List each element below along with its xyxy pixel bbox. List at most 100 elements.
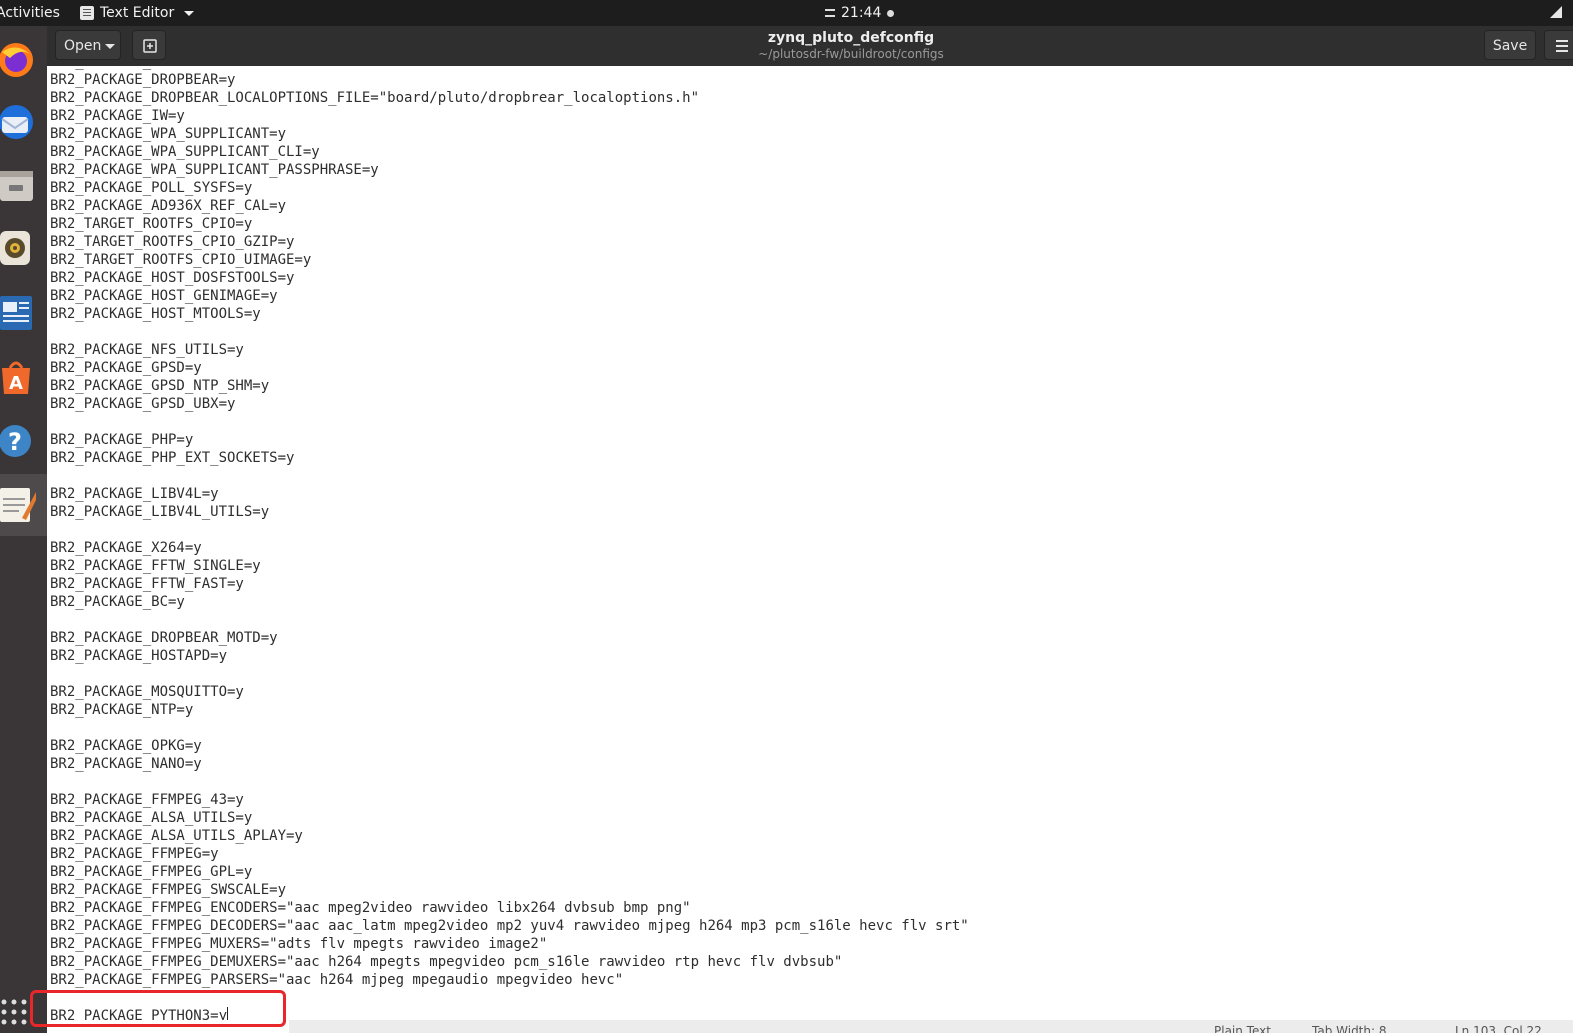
editor-line[interactable]: BR2_PACKAGE_FFMPEG=y	[50, 845, 969, 863]
editor-line-text: BR2_TARGET_ROOTFS_CPIO=y	[50, 216, 253, 232]
dock: A ?	[0, 26, 47, 1033]
editor-line-text: BR2_PACKAGE_PHP=y	[50, 432, 194, 448]
editor-line[interactable]: BR2_PACKAGE_FFMPEG_DECODERS="aac aac_lat…	[50, 917, 969, 935]
editor-line[interactable]: BR2_PACKAGE_DROPBEAR_MOTD=y	[50, 629, 969, 647]
editor-line[interactable]: BR2_PACKAGE_FFMPEG_DEMUXERS="aac h264 mp…	[50, 953, 969, 971]
title-block: zynq_pluto_defconfig ~/plutosdr-fw/build…	[47, 30, 1573, 61]
editor-line-text: BR2_PACKAGE_DROPBEAR=y	[50, 72, 236, 88]
editor-line[interactable]	[50, 467, 969, 485]
editor-line[interactable]	[50, 719, 969, 737]
editor-line-text: BR2_PACKAGE_FFMPEG_SWSCALE=y	[50, 882, 287, 898]
editor-line[interactable]: BR2_PACKAGE_FFTW_SINGLE=y	[50, 557, 969, 575]
app-menu[interactable]: Text Editor	[80, 4, 195, 22]
show-applications-button[interactable]	[0, 988, 47, 1028]
text-cursor	[227, 1007, 229, 1020]
editor-line[interactable]: BR2_PACKAGE_GPSD_NTP_SHM=y	[50, 377, 969, 395]
editor-line-text: BR2_PACKAGE_PHP_EXT_SOCKETS=y	[50, 450, 295, 466]
editor-line[interactable]: BR2_PACKAGE_WPA_SUPPLICANT=y	[50, 125, 969, 143]
text-editor-small-icon	[80, 6, 94, 20]
editor-line[interactable]	[50, 413, 969, 431]
editor-line[interactable]: BR2_PACKAGE_ALSA_UTILS=y	[50, 809, 969, 827]
editor-line-text: BR2_PACKAGE_HOSTAPD=y	[50, 648, 228, 664]
clock-label: 21:44	[841, 5, 882, 21]
thunderbird-icon	[0, 105, 33, 139]
editor-line-text: BR2_PACKAGE_DROPBEAR_LOCALOPTIONS_FILE="…	[50, 90, 700, 106]
editor-line[interactable]: BR2_PACKAGE_DROPBEAR_LOCALOPTIONS_FILE="…	[50, 89, 969, 107]
editor-line[interactable]: BR2_PACKAGE_LIBV4L_UTILS=y	[50, 503, 969, 521]
editor-line[interactable]: BR2_PACKAGE_FFMPEG_PARSERS="aac h264 mjp…	[50, 971, 969, 989]
editor-line[interactable]	[50, 989, 969, 1007]
editor-line[interactable]: BR2_PACKAGE_ALSA_UTILS_APLAY=y	[50, 827, 969, 845]
editor-line[interactable]	[50, 323, 969, 341]
text-editor-area[interactable]: BR2_PACKAGE_... BR2_PACKAGE_DROPBEAR=y BR2…	[47, 66, 1573, 1020]
dock-item-text-editor[interactable]	[0, 474, 47, 536]
top-bar: Activities Text Editor 21:44	[0, 0, 1573, 26]
editor-line[interactable]: BR2_PACKAGE_OPKG=y	[50, 737, 969, 755]
editor-line[interactable]	[50, 521, 969, 539]
editor-line[interactable]: BR2_TARGET_ROOTFS_CPIO_GZIP=y	[50, 233, 969, 251]
editor-line-text: BR2_PACKAGE_FFMPEG_ENCODERS="aac mpeg2vi…	[50, 900, 691, 916]
editor-line[interactable]: BR2_PACKAGE_IW=y	[50, 107, 969, 125]
cursor-position[interactable]: Ln 103, Col 22	[1455, 1024, 1542, 1033]
editor-line[interactable]: BR2_PACKAGE_FFTW_FAST=y	[50, 575, 969, 593]
rhythmbox-icon	[0, 231, 30, 265]
editor-line[interactable]: BR2_PACKAGE_LIBV4L=y	[50, 485, 969, 503]
editor-line[interactable]: BR2_PACKAGE_DROPBEAR=y	[50, 71, 969, 89]
editor-line-text: BR2_PACKAGE_FFMPEG_PARSERS="aac h264 mjp…	[50, 972, 624, 988]
editor-line[interactable]: BR2_PACKAGE_NFS_UTILS=y	[50, 341, 969, 359]
editor-line[interactable]: BR2_PACKAGE_FFMPEG_ENCODERS="aac mpeg2vi…	[50, 899, 969, 917]
dock-item-writer[interactable]	[0, 284, 47, 340]
editor-line[interactable]: BR2_PACKAGE_NTP=y	[50, 701, 969, 719]
editor-line-text: BR2_PACKAGE_FFMPEG=y	[50, 846, 219, 862]
clock[interactable]: 21:44	[825, 4, 895, 22]
editor-line[interactable]: BR2_TARGET_ROOTFS_CPIO_UIMAGE=y	[50, 251, 969, 269]
status-bar: Plain Text Tab Width: 8 Ln 103, Col 22	[289, 1020, 1573, 1033]
editor-line[interactable]: BR2_PACKAGE_FFMPEG_43=y	[50, 791, 969, 809]
editor-line-text: BR2_PACKAGE_GPSD_UBX=y	[50, 396, 236, 412]
editor-line[interactable]: BR2_TARGET_ROOTFS_CPIO=y	[50, 215, 969, 233]
editor-line[interactable]: BR2_PACKAGE_FFMPEG_MUXERS="adts flv mpeg…	[50, 935, 969, 953]
editor-line[interactable]: BR2_PACKAGE_PHP=y	[50, 431, 969, 449]
activities-button[interactable]: Activities	[0, 4, 60, 22]
editor-line[interactable]: BR2_PACKAGE_BC=y	[50, 593, 969, 611]
firefox-icon	[0, 43, 33, 77]
editor-line[interactable]: BR2_PACKAGE_WPA_SUPPLICANT_CLI=y	[50, 143, 969, 161]
dock-item-files[interactable]	[0, 157, 47, 213]
menu-button[interactable]	[1544, 30, 1573, 60]
system-menu-icon[interactable]	[1548, 4, 1564, 25]
tab-width-selector[interactable]: Tab Width: 8	[1312, 1024, 1386, 1033]
editor-line[interactable]: BR2_PACKAGE_HOST_MTOOLS=y	[50, 305, 969, 323]
editor-line[interactable]: BR2_PACKAGE_MOSQUITTO=y	[50, 683, 969, 701]
editor-line[interactable]	[50, 773, 969, 791]
editor-line[interactable]: BR2_PACKAGE_GPSD_UBX=y	[50, 395, 969, 413]
editor-line[interactable]	[50, 611, 969, 629]
editor-line[interactable]: BR2_PACKAGE_POLL_SYSFS=y	[50, 179, 969, 197]
document-title: zynq_pluto_defconfig	[767, 30, 935, 46]
save-button[interactable]: Save	[1484, 30, 1536, 60]
editor-line[interactable]: BR2_PACKAGE_WPA_SUPPLICANT_PASSPHRASE=y	[50, 161, 969, 179]
dock-item-software[interactable]: A	[0, 348, 47, 404]
editor-line[interactable]: BR2_PACKAGE_HOST_DOSFSTOOLS=y	[50, 269, 969, 287]
editor-line-text: BR2_PACKAGE_NTP=y	[50, 702, 194, 718]
editor-line-text: BR2_PACKAGE_AD936X_REF_CAL=y	[50, 198, 287, 214]
editor-line[interactable]: BR2_PACKAGE_PYTHON3=y	[50, 1007, 969, 1020]
editor-line[interactable]: BR2_PACKAGE_NANO=y	[50, 755, 969, 773]
editor-line-text: BR2_PACKAGE_PYTHON3=y	[50, 1008, 228, 1020]
editor-line[interactable]: BR2_PACKAGE_FFMPEG_SWSCALE=y	[50, 881, 969, 899]
editor-line[interactable]: BR2_PACKAGE_FFMPEG_GPL=y	[50, 863, 969, 881]
editor-line[interactable]	[50, 665, 969, 683]
editor-line[interactable]: BR2_PACKAGE_HOST_GENIMAGE=y	[50, 287, 969, 305]
editor-line-text: BR2_PACKAGE_FFTW_FAST=y	[50, 576, 244, 592]
editor-line-text: BR2_PACKAGE_POLL_SYSFS=y	[50, 180, 253, 196]
editor-line[interactable]: BR2_PACKAGE_X264=y	[50, 539, 969, 557]
editor-line-text: BR2_PACKAGE_ALSA_UTILS_APLAY=y	[50, 828, 303, 844]
editor-line[interactable]: BR2_PACKAGE_GPSD=y	[50, 359, 969, 377]
editor-line[interactable]: BR2_PACKAGE_HOSTAPD=y	[50, 647, 969, 665]
dock-item-help[interactable]: ?	[0, 412, 47, 468]
dock-item-rhythmbox[interactable]	[0, 219, 47, 275]
dock-item-firefox[interactable]	[0, 32, 47, 88]
editor-line[interactable]: BR2_PACKAGE_PHP_EXT_SOCKETS=y	[50, 449, 969, 467]
language-selector[interactable]: Plain Text	[1214, 1024, 1271, 1033]
dock-item-thunderbird[interactable]	[0, 94, 47, 150]
editor-line[interactable]: BR2_PACKAGE_AD936X_REF_CAL=y	[50, 197, 969, 215]
